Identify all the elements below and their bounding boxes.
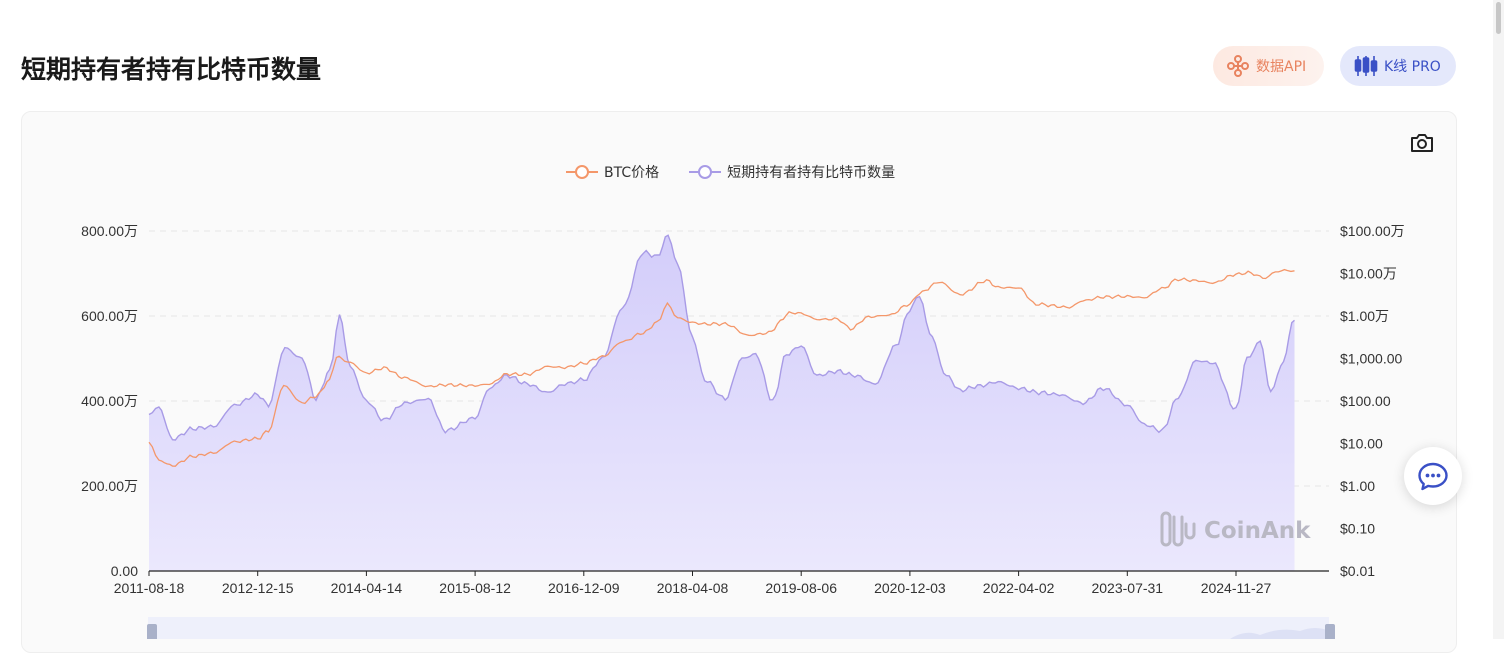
right-tick-label: $0.10 bbox=[1340, 521, 1375, 537]
chat-support-button[interactable] bbox=[1404, 447, 1462, 505]
x-tick-label: 2018-04-08 bbox=[657, 580, 729, 596]
right-tick-label: $10.00 bbox=[1340, 436, 1383, 452]
right-tick-label: $0.01 bbox=[1340, 563, 1375, 579]
x-tick-label: 2019-08-06 bbox=[765, 580, 837, 596]
zoom-slider-track bbox=[148, 617, 1329, 639]
zoom-handle-right[interactable] bbox=[1325, 624, 1335, 639]
left-axis-ticks: 0.00 200.00万 400.00万 600.00万 800.00万 bbox=[81, 223, 138, 579]
left-tick-label: 0.00 bbox=[111, 563, 138, 579]
page-scrollbar[interactable] bbox=[1493, 0, 1504, 639]
zoom-handle-left[interactable] bbox=[147, 624, 157, 639]
right-tick-label: $1.00 bbox=[1340, 478, 1375, 494]
right-tick-label: $100.00万 bbox=[1340, 223, 1405, 239]
x-tick-label: 2012-12-15 bbox=[222, 580, 294, 596]
x-tick-label: 2011-08-18 bbox=[114, 580, 185, 596]
x-tick-label: 2014-04-14 bbox=[331, 580, 403, 596]
zoom-slider[interactable] bbox=[147, 617, 1335, 639]
right-tick-label: $1,000.00 bbox=[1340, 351, 1402, 367]
scrollbar-thumb[interactable] bbox=[1496, 2, 1501, 34]
left-tick-label: 800.00万 bbox=[81, 223, 138, 239]
x-tick-label: 2024-11-27 bbox=[1201, 580, 1272, 596]
x-tick-label: 2022-04-02 bbox=[983, 580, 1055, 596]
chart-canvas: 0.00200.00万400.00万600.00万800.00万 $0.01$0… bbox=[81, 223, 1405, 639]
right-tick-label: $1.00万 bbox=[1340, 308, 1389, 324]
x-axis-ticks: 2011-08-18 2012-12-15 2014-04-14 2015-08-12… bbox=[114, 571, 1272, 596]
watermark-text: CoinAnk bbox=[1204, 518, 1311, 544]
chat-icon bbox=[1418, 462, 1448, 491]
x-tick-label: 2023-07-31 bbox=[1091, 580, 1163, 596]
left-tick-label: 600.00万 bbox=[81, 308, 138, 324]
right-tick-label: $10.00万 bbox=[1340, 266, 1397, 282]
right-axis-ticks: $0.01 $0.10 $1.00 $10.00 $100.00 $1,000.00 $1.… bbox=[1340, 223, 1405, 579]
x-tick-label: 2020-12-03 bbox=[874, 580, 946, 596]
left-tick-label: 400.00万 bbox=[81, 393, 138, 409]
left-tick-label: 200.00万 bbox=[81, 478, 138, 494]
right-tick-label: $100.00 bbox=[1340, 393, 1391, 409]
x-tick-label: 2016-12-09 bbox=[548, 580, 620, 596]
x-tick-label: 2015-08-12 bbox=[439, 580, 511, 596]
